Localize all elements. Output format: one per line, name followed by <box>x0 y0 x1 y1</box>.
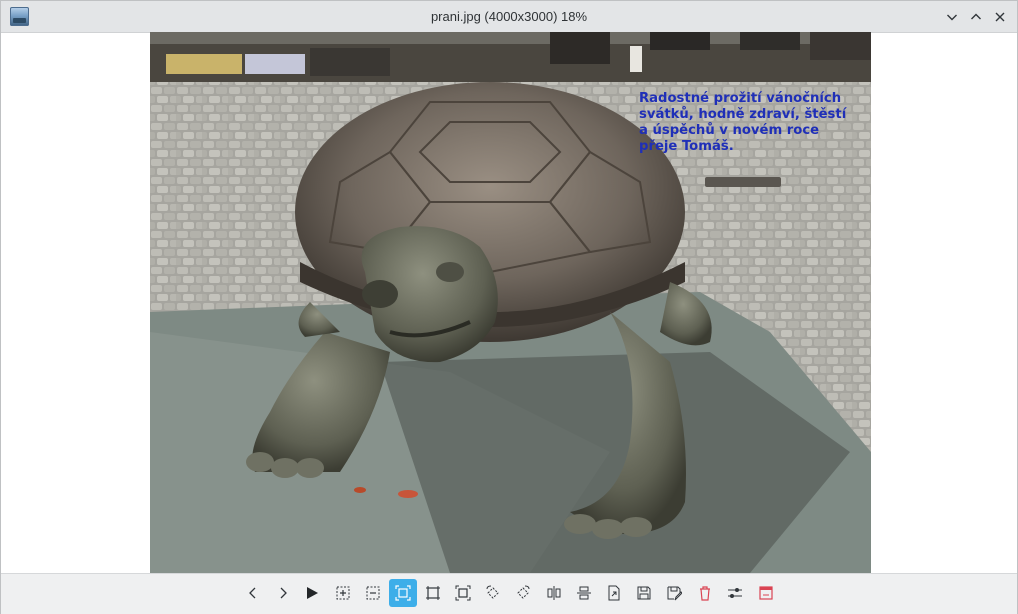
displayed-photo[interactable]: Radostné prožití vánočních svátků, hodně… <box>150 32 871 573</box>
rotate-left-button[interactable] <box>479 579 507 607</box>
title-bar[interactable]: prani.jpg (4000x3000) 18% <box>1 1 1017 33</box>
export-icon <box>608 585 620 601</box>
zoom-out-icon <box>366 586 380 600</box>
slideshow-play-icon <box>307 587 318 599</box>
save-icon <box>637 586 651 600</box>
settings-button[interactable] <box>721 579 749 607</box>
export-button[interactable] <box>600 579 628 607</box>
delete-button[interactable] <box>691 579 719 607</box>
chevron-up-icon <box>971 13 981 20</box>
fullscreen-button[interactable] <box>752 579 780 607</box>
chevron-down-icon <box>947 14 957 21</box>
fullscreen-icon <box>759 586 773 600</box>
window-title: prani.jpg (4000x3000) 18% <box>430 9 588 24</box>
fit-width-icon <box>455 585 471 601</box>
next-button[interactable] <box>269 579 297 607</box>
original-size-icon <box>426 586 440 600</box>
minimize-button[interactable] <box>942 7 962 27</box>
slideshow-button[interactable] <box>298 579 326 607</box>
previous-button[interactable] <box>239 579 267 607</box>
image-viewer-window: prani.jpg (4000x3000) 18% Radostné proži… <box>0 0 1018 614</box>
rotate-left-icon <box>486 585 499 599</box>
zoom-in-button[interactable] <box>329 579 357 607</box>
next-icon <box>280 587 287 599</box>
flip-horizontal-icon <box>547 586 561 600</box>
rotate-right-button[interactable] <box>509 579 537 607</box>
save-button[interactable] <box>630 579 658 607</box>
zoom-fit-icon <box>395 585 411 601</box>
original-size-button[interactable] <box>419 579 447 607</box>
rotate-right-icon <box>517 585 530 599</box>
close-icon <box>995 12 1005 22</box>
flip-vertical-button[interactable] <box>570 579 598 607</box>
zoom-in-icon <box>336 586 350 600</box>
close-button[interactable] <box>990 7 1010 27</box>
viewer-toolbar <box>1 573 1017 614</box>
zoom-out-button[interactable] <box>359 579 387 607</box>
save-as-icon <box>667 586 682 601</box>
flip-vertical-icon <box>577 586 591 600</box>
maximize-button[interactable] <box>966 7 986 27</box>
fit-width-button[interactable] <box>449 579 477 607</box>
settings-icon <box>728 588 742 598</box>
save-as-button[interactable] <box>660 579 688 607</box>
zoom-fit-button[interactable] <box>389 579 417 607</box>
delete-icon <box>700 586 710 601</box>
flip-horizontal-button[interactable] <box>540 579 568 607</box>
greeting-caption: Radostné prožití vánočních svátků, hodně… <box>639 91 847 154</box>
previous-icon <box>249 587 256 599</box>
